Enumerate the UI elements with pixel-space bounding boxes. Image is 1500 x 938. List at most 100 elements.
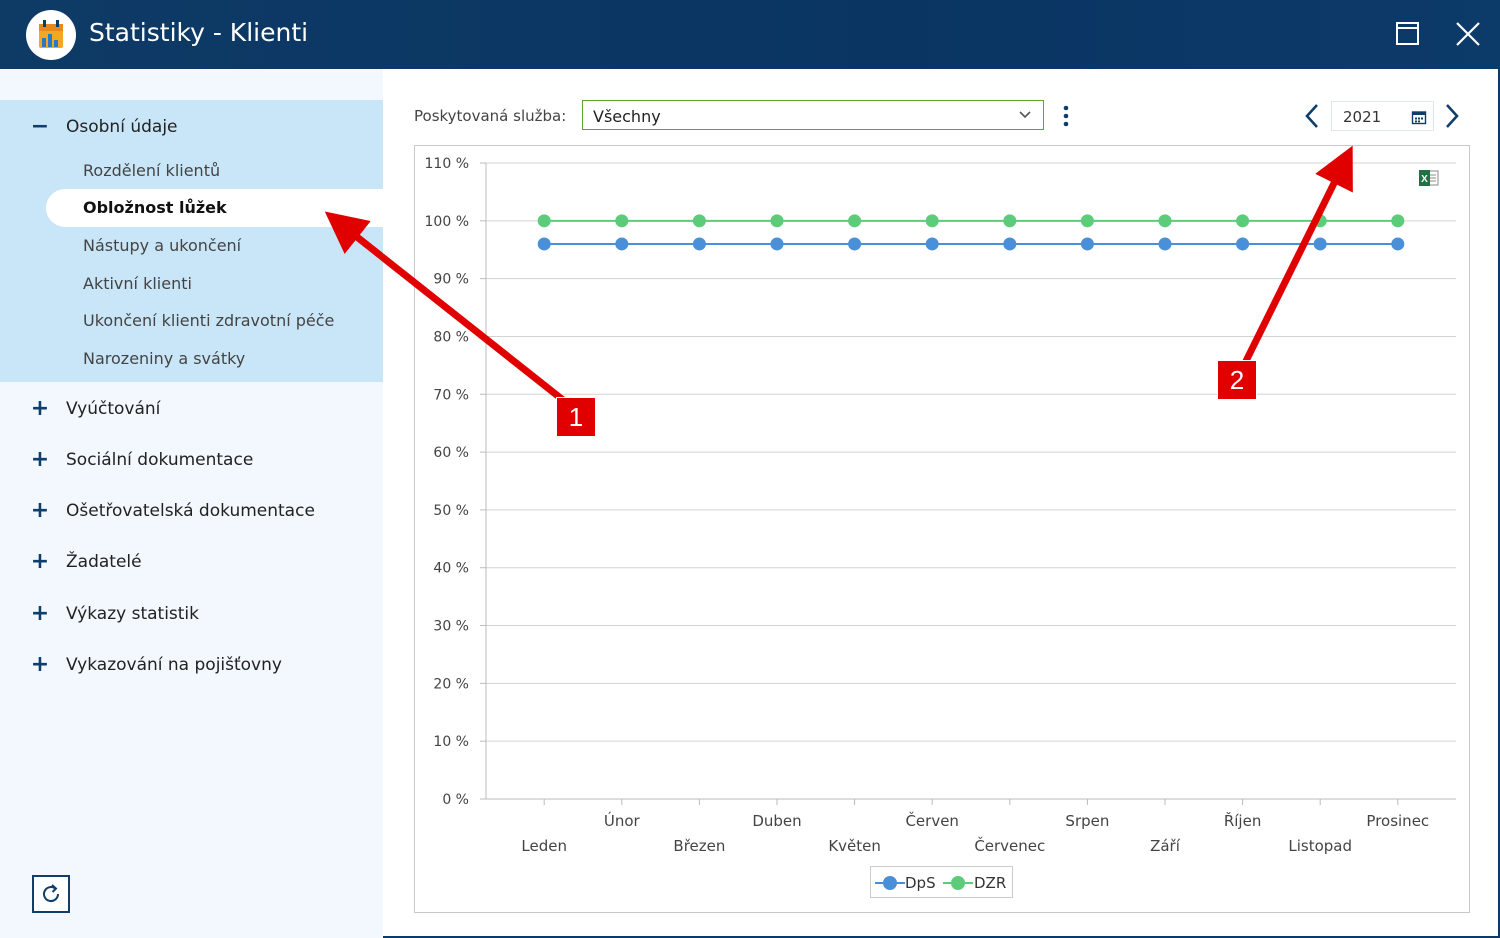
occupancy-line-chart: 0 % 10 % 20 % 30 % 40 % 50 % 60 % 70 % 80 % 90 % 1… (425, 156, 1456, 855)
sidebar-group-label: Žadatelé (66, 552, 142, 572)
sidebar-group-label: Ošetřovatelská dokumentace (66, 501, 315, 521)
sidebar-subitem-ukonceni-klienti-zdravotni-pece[interactable]: Ukončení klienti zdravotní péče (83, 311, 334, 330)
y-tick-label: 60 % (433, 445, 469, 461)
app-logo-icon (26, 10, 76, 60)
x-tick-label: Duben (752, 812, 801, 830)
data-point-dzr (770, 214, 784, 228)
sidebar-group-label: Vykazování na pojišťovny (66, 655, 282, 675)
data-point-dps (1080, 237, 1094, 251)
data-point-dzr (692, 214, 706, 228)
expand-icon: + (30, 549, 50, 574)
data-point-dzr (537, 214, 551, 228)
expand-icon: + (30, 652, 50, 677)
chevron-down-icon (1019, 111, 1031, 119)
svg-text:X: X (1421, 174, 1428, 185)
service-select[interactable]: Všechny (582, 100, 1044, 130)
x-tick-label: Září (1150, 837, 1181, 855)
data-point-dps (848, 237, 862, 251)
expand-icon: + (30, 396, 50, 421)
x-tick-label: Únor (604, 811, 641, 830)
sidebar-group-label: Výkazy statistik (66, 604, 200, 624)
y-tick-label: 100 % (425, 214, 469, 230)
chevron-right-icon[interactable] (1441, 101, 1463, 131)
data-point-dzr (848, 214, 862, 228)
data-point-dps (1313, 237, 1327, 251)
x-tick-label: Květen (828, 837, 881, 855)
x-tick-label: Červenec (974, 836, 1045, 855)
calendar-icon[interactable] (1411, 109, 1427, 125)
chart-legend: DpS DZR (870, 866, 1013, 898)
sidebar-subitem-nastupy-a-ukonceni[interactable]: Nástupy a ukončení (83, 236, 241, 255)
service-filter-label: Poskytovaná služba: (414, 107, 567, 125)
sidebar-group-zadatele[interactable]: + Žadatelé (0, 547, 383, 577)
x-tick-label: Listopad (1288, 837, 1352, 855)
legend-label-dzr: DZR (974, 874, 1007, 892)
data-point-dps (692, 237, 706, 251)
data-point-dps (1236, 237, 1250, 251)
sidebar-group-vyuctovani[interactable]: + Vyúčtování (0, 394, 383, 424)
sidebar-subitem-label: Obložnost lůžek (83, 198, 227, 217)
sidebar-group-socialni-dokumentace[interactable]: + Sociální dokumentace (0, 445, 383, 475)
y-tick-label: 0 % (442, 792, 469, 808)
sidebar-group-osetrovatelska-dokumentace[interactable]: + Ošetřovatelská dokumentace (0, 496, 383, 526)
refresh-button[interactable] (32, 875, 70, 913)
title-bar: Statistiky - Klienti (0, 0, 1500, 69)
sidebar-group-label: Vyúčtování (66, 399, 161, 419)
service-select-value: Všechny (593, 107, 661, 126)
legend-marker-dzr (943, 876, 973, 890)
legend-label-dps: DpS (905, 874, 936, 892)
x-tick-label: Říjen (1224, 811, 1262, 830)
y-tick-label: 110 % (425, 156, 469, 172)
data-point-dps (770, 237, 784, 251)
x-tick-label: Březen (673, 837, 725, 855)
chevron-left-icon[interactable] (1301, 101, 1323, 131)
sidebar: − Osobní údaje Rozdělení klientů Obložno… (0, 69, 383, 938)
data-point-dps (615, 237, 629, 251)
x-tick-label: Srpen (1065, 812, 1109, 830)
sidebar-group-label: Osobní údaje (66, 117, 178, 137)
sidebar-subitem-oblaznost-luzek[interactable]: Obložnost lůžek (46, 189, 383, 227)
year-picker[interactable]: 2021 (1331, 101, 1434, 131)
data-point-dzr (1003, 214, 1017, 228)
y-tick-label: 80 % (433, 329, 469, 345)
y-tick-label: 70 % (433, 387, 469, 403)
window-title: Statistiky - Klienti (89, 18, 309, 47)
expand-icon: + (30, 498, 50, 523)
data-point-dzr (925, 214, 939, 228)
sidebar-group-label: Sociální dokumentace (66, 450, 254, 470)
sidebar-subitem-rozdeleni-klientu[interactable]: Rozdělení klientů (83, 161, 220, 180)
close-icon[interactable] (1448, 14, 1488, 54)
data-point-dps (1158, 237, 1172, 251)
y-tick-label: 10 % (433, 734, 469, 750)
maximize-icon[interactable] (1388, 14, 1428, 54)
sidebar-subitem-aktivni-klienti[interactable]: Aktivní klienti (83, 274, 192, 293)
data-point-dps (537, 237, 551, 251)
data-point-dzr (1313, 214, 1327, 228)
sidebar-group-vykazovani-na-pojistovny[interactable]: + Vykazování na pojišťovny (0, 650, 383, 680)
data-point-dps (1391, 237, 1405, 251)
y-tick-label: 40 % (433, 561, 469, 577)
y-tick-label: 50 % (433, 503, 469, 519)
data-point-dzr (615, 214, 629, 228)
data-point-dzr (1236, 214, 1250, 228)
data-point-dps (925, 237, 939, 251)
collapse-icon: − (30, 114, 50, 139)
refresh-icon (43, 884, 60, 903)
data-point-dps (1003, 237, 1017, 251)
y-tick-label: 30 % (433, 619, 469, 635)
sidebar-group-osobni-udaje[interactable]: − Osobní údaje (0, 112, 383, 142)
callout-badge-1: 1 (556, 397, 596, 437)
x-tick-label: Červen (905, 811, 958, 830)
legend-marker-dps (875, 876, 905, 890)
data-point-dzr (1080, 214, 1094, 228)
expand-icon: + (30, 447, 50, 472)
excel-export-icon[interactable]: X (1418, 168, 1440, 188)
y-tick-label: 20 % (433, 676, 469, 692)
data-point-dzr (1158, 214, 1172, 228)
sidebar-subitem-narozeniny-a-svatky[interactable]: Narozeniny a svátky (83, 349, 245, 368)
sidebar-group-vykazy-statistik[interactable]: + Výkazy statistik (0, 599, 383, 629)
data-point-dzr (1391, 214, 1405, 228)
more-vert-icon[interactable] (1058, 103, 1074, 129)
callout-badge-2: 2 (1217, 360, 1257, 400)
expand-icon: + (30, 601, 50, 626)
